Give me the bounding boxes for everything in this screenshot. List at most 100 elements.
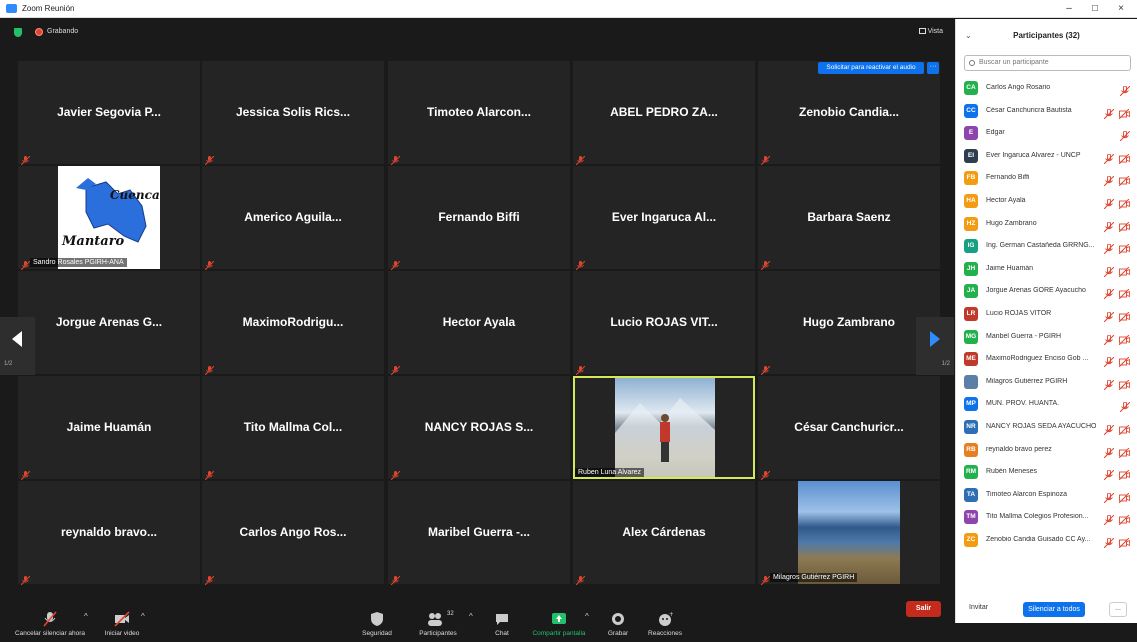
- participant-row[interactable]: JH Jaime Huamán: [956, 258, 1137, 281]
- participant-avatar: HZ: [964, 216, 978, 231]
- video-tile[interactable]: Milagros Gutiérrez PGIRH: [758, 481, 940, 586]
- recording-label[interactable]: Grabando: [47, 28, 78, 35]
- video-tile[interactable]: Hector Ayala: [388, 271, 570, 376]
- security-button[interactable]: Seguridad: [358, 611, 396, 637]
- participant-tile-name: Ever Ingaruca Al...: [611, 210, 717, 224]
- request-unmute-more-button[interactable]: ···: [927, 62, 939, 74]
- participant-search-input[interactable]: Buscar un participante: [964, 55, 1131, 71]
- encryption-shield-icon[interactable]: [14, 28, 22, 37]
- participant-row[interactable]: FB Fernando Biffi: [956, 167, 1137, 190]
- page-indicator-right: 1/2: [941, 361, 950, 367]
- video-tile[interactable]: Americo Aguila...: [202, 166, 384, 271]
- participant-row[interactable]: HA Hector Ayala: [956, 190, 1137, 213]
- previous-page-button[interactable]: 1/2: [0, 317, 35, 375]
- unmute-button[interactable]: Cancelar silenciar ahora: [10, 611, 90, 637]
- participants-list: CA Carlos Ango Rosario CC César Canchuricra…: [956, 77, 1137, 551]
- chat-button[interactable]: Chat: [490, 611, 514, 637]
- audio-options-caret-icon[interactable]: ^: [84, 612, 88, 621]
- participant-row[interactable]: Milagros Gutiérrez PGIRH: [956, 371, 1137, 394]
- video-tile[interactable]: Fernando Biffi: [388, 166, 570, 271]
- mute-all-button[interactable]: Silenciar a todos: [1023, 602, 1085, 617]
- video-tile[interactable]: Jessica Solis Rics...: [202, 61, 384, 166]
- participant-row[interactable]: NR NANCY ROJAS SEDA AYACUCHO: [956, 416, 1137, 439]
- video-off-icon: [1118, 173, 1130, 187]
- participant-row[interactable]: IG Ing. German Castañeda GRRNG...: [956, 235, 1137, 258]
- next-page-button[interactable]: 1/2: [916, 317, 954, 375]
- window-title: Zoom Reunión: [22, 4, 75, 13]
- participant-avatar: MG: [964, 329, 978, 344]
- participant-tile-name: Jessica Solis Rics...: [235, 105, 351, 119]
- video-tile[interactable]: Hugo Zambrano: [758, 271, 940, 376]
- reactions-button[interactable]: + Reacciones: [644, 611, 686, 637]
- video-tile[interactable]: ABEL PEDRO ZA...: [573, 61, 755, 166]
- video-tile[interactable]: Javier Segovia P...: [18, 61, 200, 166]
- participant-avatar: JH: [964, 261, 978, 276]
- video-tile[interactable]: Carlos Ango Ros...: [202, 481, 384, 586]
- video-tile[interactable]: Zenobio Candia...: [758, 61, 940, 166]
- participants-button[interactable]: 32 Participantes: [416, 611, 460, 637]
- participant-row[interactable]: EI Ever Ingaruca Alvarez - UNCP: [956, 145, 1137, 168]
- participant-row[interactable]: LR Lucio ROJAS VITOR: [956, 303, 1137, 326]
- participant-nameplate: Sandro Rosales PGIRH-ANA: [30, 258, 127, 267]
- participant-tile-name: Javier Segovia P...: [57, 105, 161, 119]
- participant-tile-name: Jaime Huamán: [66, 420, 152, 434]
- mic-muted-icon: [20, 152, 31, 166]
- participant-row[interactable]: ZC Zenobio Candia Guisado CC Ay...: [956, 529, 1137, 552]
- recording-icon: [35, 28, 43, 36]
- mic-muted-icon: [575, 152, 586, 166]
- video-off-icon: [114, 611, 130, 627]
- panel-more-button[interactable]: ...: [1109, 602, 1127, 617]
- leave-meeting-button[interactable]: Salir: [906, 601, 941, 617]
- active-speaker-tile[interactable]: Ruben Luna Alvarez: [573, 376, 755, 479]
- participant-row[interactable]: CC César Canchuricra Bautista: [956, 100, 1137, 123]
- video-tile[interactable]: Tito Mallma Col...: [202, 376, 384, 481]
- participant-row[interactable]: RM Rubén Meneses: [956, 461, 1137, 484]
- participant-name: César Canchuricra Bautista: [986, 106, 1072, 114]
- video-tile[interactable]: Alex Cárdenas: [573, 481, 755, 586]
- participant-row[interactable]: MG Maribel Guerra - PGIRH: [956, 326, 1137, 349]
- participant-row[interactable]: CA Carlos Ango Rosario: [956, 77, 1137, 100]
- video-tile[interactable]: Jaime Huamán: [18, 376, 200, 481]
- invite-button[interactable]: Invitar: [969, 604, 988, 611]
- record-button[interactable]: Grabar: [605, 611, 631, 637]
- participant-row[interactable]: TA Timoteo Alarcon Espinoza: [956, 484, 1137, 507]
- video-off-icon: [1118, 490, 1130, 504]
- video-tile[interactable]: Ever Ingaruca Al...: [573, 166, 755, 271]
- mic-muted-icon: [575, 572, 586, 586]
- participant-row[interactable]: RB reynaldo bravo perez: [956, 439, 1137, 462]
- shield-icon: [371, 612, 383, 626]
- view-button[interactable]: Vista: [918, 28, 943, 35]
- video-tile[interactable]: Maribel Guerra -...: [388, 481, 570, 586]
- video-tile[interactable]: Cuenca Mantaro Sandro Rosales PGIRH-ANA: [18, 166, 200, 271]
- participant-row[interactable]: HZ Hugo Zambrano: [956, 213, 1137, 236]
- video-tile[interactable]: reynaldo bravo...: [18, 481, 200, 586]
- start-video-button[interactable]: Iniciar video: [100, 611, 144, 637]
- video-tile[interactable]: MaximoRodrigu...: [202, 271, 384, 376]
- participant-row[interactable]: JA Jorgue Arenas GORE Ayacucho: [956, 280, 1137, 303]
- mic-muted-icon: [760, 362, 771, 376]
- video-tile[interactable]: Barbara Saenz: [758, 166, 940, 271]
- video-tile[interactable]: Jorgue Arenas G...: [18, 271, 200, 376]
- participant-avatar: ME: [964, 352, 978, 367]
- participant-row[interactable]: MP MUN. PROV. HUANTA.: [956, 393, 1137, 416]
- share-options-caret-icon[interactable]: ^: [585, 612, 589, 621]
- participants-count: 32: [447, 611, 454, 617]
- video-tile[interactable]: César Canchuricr...: [758, 376, 940, 481]
- video-tile[interactable]: Lucio ROJAS VIT...: [573, 271, 755, 376]
- video-options-caret-icon[interactable]: ^: [141, 612, 145, 621]
- video-tile[interactable]: NANCY ROJAS S...: [388, 376, 570, 481]
- search-icon: [969, 60, 975, 66]
- participant-row[interactable]: ME MaximoRodriguez Enciso Gob ...: [956, 348, 1137, 371]
- mic-muted-icon: [43, 611, 57, 627]
- participant-row[interactable]: TM Tito Mallma Colegios Profesion...: [956, 506, 1137, 529]
- video-tile[interactable]: Timoteo Alarcon...: [388, 61, 570, 166]
- close-button[interactable]: ×: [1110, 0, 1132, 18]
- share-screen-button[interactable]: Compartir pantalla: [528, 611, 590, 637]
- request-unmute-button[interactable]: Solicitar para reactivar el audio: [818, 62, 924, 74]
- minimize-button[interactable]: –: [1058, 0, 1080, 18]
- maximize-button[interactable]: □: [1084, 0, 1106, 18]
- participants-options-caret-icon[interactable]: ^: [469, 612, 473, 621]
- mic-muted-icon: [20, 572, 31, 586]
- participant-avatar: [964, 374, 978, 389]
- participant-row[interactable]: E Edgar: [956, 122, 1137, 145]
